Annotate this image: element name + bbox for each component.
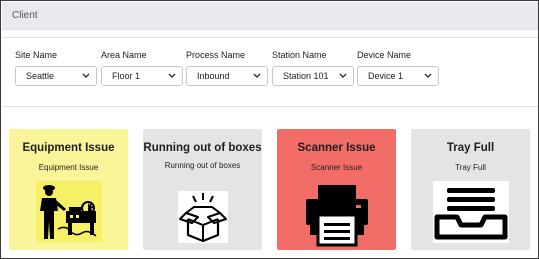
issue-cards: Equipment Issue Equipment Issue Running …	[1, 129, 539, 251]
process-name-label: Process Name	[186, 50, 246, 60]
area-name-label: Area Name	[101, 50, 147, 60]
tray-full-card[interactable]: Tray Full Tray Full	[411, 129, 530, 250]
area-filter: Area Name Floor 1	[101, 50, 183, 86]
scanner-issue-card[interactable]: Scanner Issue Scanner Issue	[277, 129, 396, 250]
worker-machine-icon	[35, 181, 102, 242]
running-out-of-boxes-card[interactable]: Running out of boxes Running out of boxe…	[143, 129, 262, 250]
card-subtitle: Scanner Issue	[310, 163, 363, 172]
chevron-down-icon	[339, 73, 347, 78]
site-filter: Site Name Seattle	[15, 50, 97, 86]
open-box-icon	[177, 191, 228, 243]
device-name-select[interactable]: Device 1	[357, 66, 439, 86]
process-name-value: Inbound	[197, 71, 230, 81]
card-title: Equipment Issue	[22, 142, 115, 154]
chevron-down-icon	[168, 73, 176, 78]
process-name-select[interactable]: Inbound	[186, 66, 268, 86]
card-subtitle: Running out of boxes	[164, 161, 241, 170]
client-header: Client	[2, 2, 538, 30]
station-name-value: Station 101	[283, 71, 329, 81]
device-filter: Device Name Device 1	[357, 50, 439, 86]
site-name-select[interactable]: Seattle	[15, 66, 97, 86]
card-subtitle: Tray Full	[455, 163, 486, 172]
card-title: Tray Full	[446, 142, 495, 154]
tray-icon	[432, 181, 509, 243]
site-name-label: Site Name	[15, 50, 58, 60]
station-filter: Station Name Station 101	[272, 50, 354, 86]
header-title: Client	[12, 10, 38, 21]
filter-bar: Site Name Seattle Area Name Floor 1 Proc…	[2, 37, 538, 107]
equipment-issue-card[interactable]: Equipment Issue Equipment Issue	[9, 129, 128, 250]
station-name-label: Station Name	[272, 50, 327, 60]
chevron-down-icon	[424, 73, 432, 78]
card-title: Running out of boxes	[143, 142, 262, 154]
device-name-label: Device Name	[357, 50, 412, 60]
site-name-value: Seattle	[26, 71, 55, 81]
app-frame: Client Site Name Seattle Area Name Floor…	[0, 0, 539, 259]
card-title: Scanner Issue	[297, 142, 376, 154]
chevron-down-icon	[253, 73, 261, 78]
printer-icon	[305, 185, 368, 247]
device-name-value: Device 1	[368, 71, 404, 81]
area-name-value: Floor 1	[112, 71, 141, 81]
chevron-down-icon	[82, 73, 90, 78]
area-name-select[interactable]: Floor 1	[101, 66, 183, 86]
process-filter: Process Name Inbound	[186, 50, 268, 86]
card-subtitle: Equipment Issue	[38, 163, 99, 172]
station-name-select[interactable]: Station 101	[272, 66, 354, 86]
